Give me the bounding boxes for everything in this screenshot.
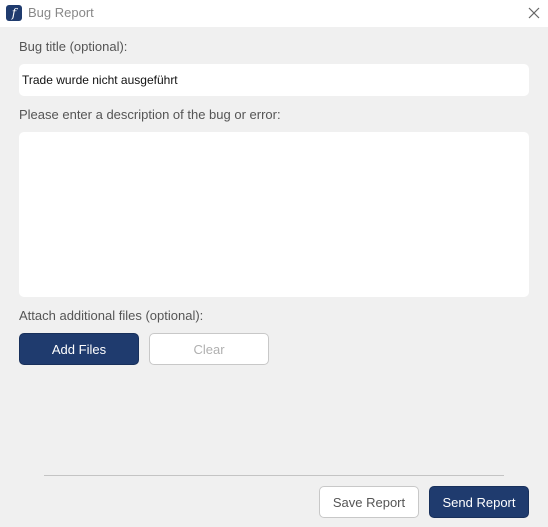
send-report-button[interactable]: Send Report xyxy=(429,486,529,518)
clear-button[interactable]: Clear xyxy=(149,333,269,365)
description-label: Please enter a description of the bug or… xyxy=(19,107,281,122)
save-report-button[interactable]: Save Report xyxy=(319,486,419,518)
window-title: Bug Report xyxy=(28,5,94,20)
description-textarea[interactable] xyxy=(19,132,529,297)
attach-files-label: Attach additional files (optional): xyxy=(19,308,204,323)
bug-title-label: Bug title (optional): xyxy=(19,39,128,54)
close-button[interactable] xyxy=(520,0,548,27)
footer-divider xyxy=(44,475,504,476)
app-logo-icon: f xyxy=(6,5,22,21)
bug-report-window: f Bug Report Bug title (optional): Pleas… xyxy=(0,0,548,527)
add-files-button[interactable]: Add Files xyxy=(19,333,139,365)
bug-title-input[interactable] xyxy=(19,64,529,96)
close-icon xyxy=(528,7,540,19)
title-bar: f Bug Report xyxy=(0,0,548,27)
